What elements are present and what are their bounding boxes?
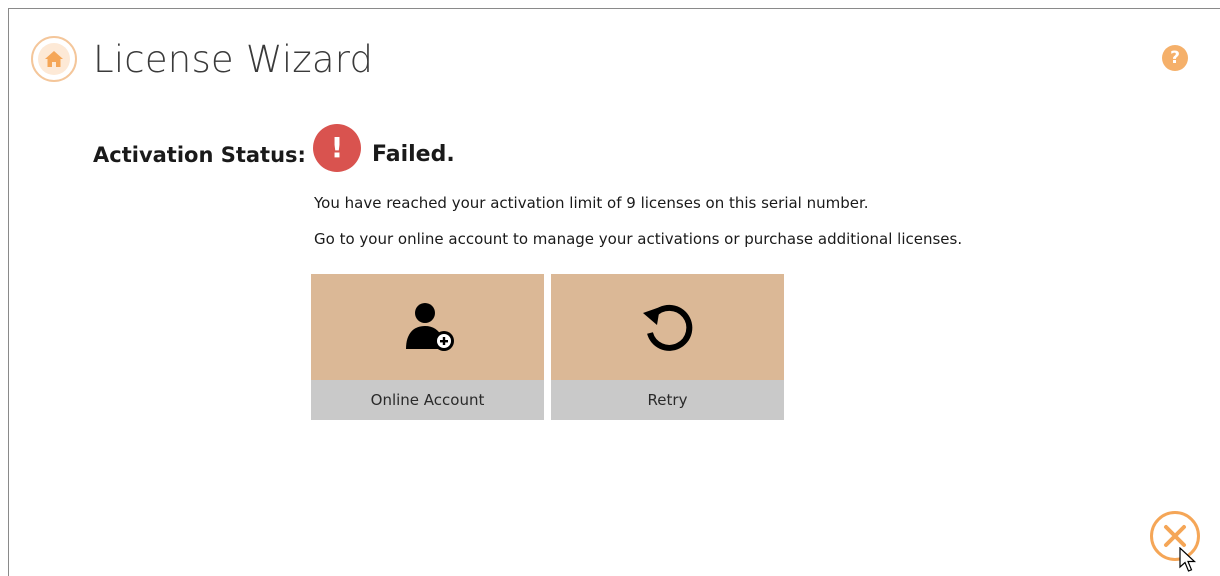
user-add-icon: [405, 303, 454, 351]
home-button[interactable]: [31, 36, 77, 82]
activation-status-value: Failed.: [372, 142, 455, 167]
exclamation-icon: !: [313, 124, 361, 172]
retry-tile-face: [551, 274, 784, 380]
license-wizard-window: License Wizard ? Activation Status: ! Fa…: [8, 8, 1220, 576]
close-icon: [1164, 525, 1186, 547]
activation-limit-message: You have reached your activation limit o…: [314, 194, 869, 212]
mouse-cursor-icon: [1179, 547, 1197, 572]
exclamation-glyph: !: [330, 131, 344, 164]
online-account-label: Online Account: [311, 380, 544, 420]
retry-button[interactable]: Retry: [551, 274, 784, 420]
help-icon: ?: [1170, 48, 1180, 68]
home-icon-bg: [38, 43, 70, 75]
page-title: License Wizard: [93, 38, 374, 81]
help-button[interactable]: ?: [1162, 45, 1188, 71]
manage-activations-message: Go to your online account to manage your…: [314, 230, 963, 248]
home-icon: [45, 51, 63, 67]
activation-status-label: Activation Status:: [93, 143, 306, 167]
online-account-button[interactable]: Online Account: [311, 274, 544, 420]
retry-label: Retry: [551, 380, 784, 420]
online-account-tile-face: [311, 274, 544, 380]
retry-icon: [642, 304, 692, 351]
